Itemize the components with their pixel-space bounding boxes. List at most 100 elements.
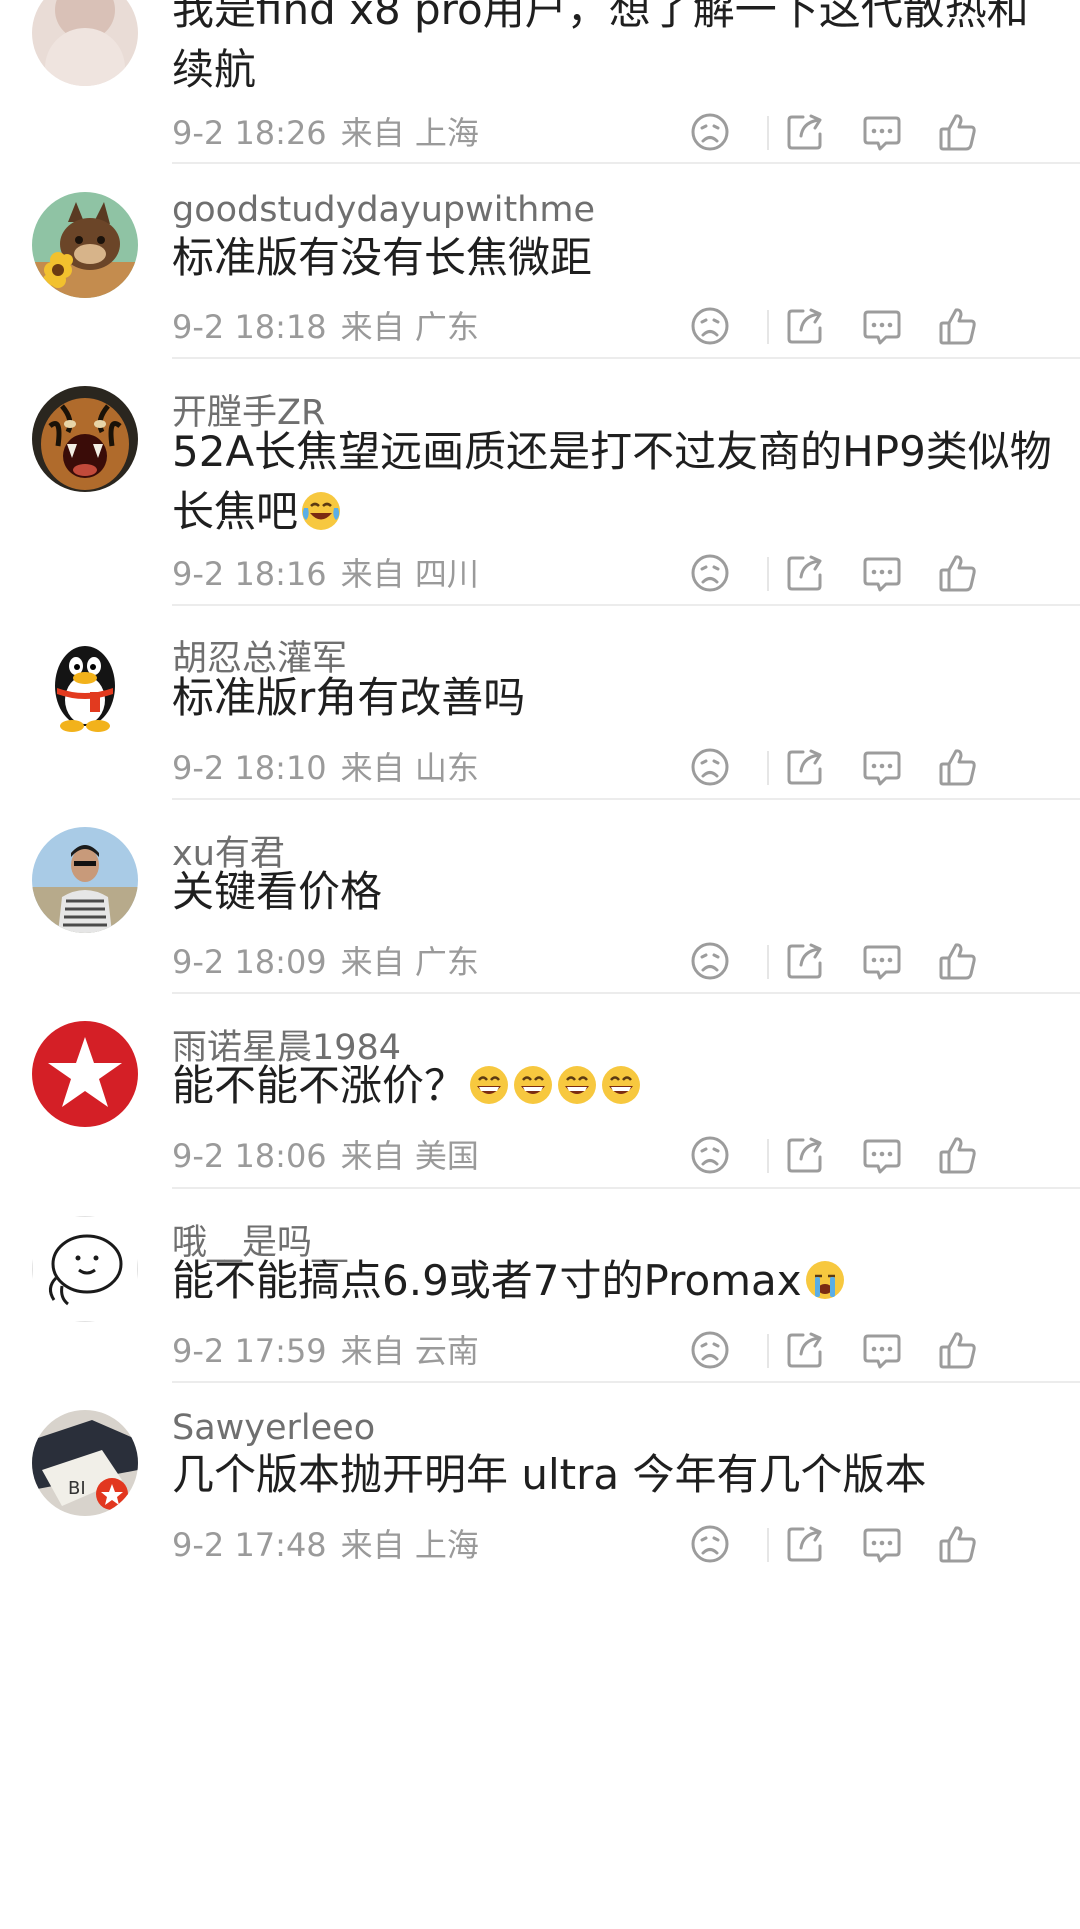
like-thumb-icon[interactable]	[930, 298, 986, 354]
comment-divider	[172, 1381, 1080, 1383]
person-photo-avatar[interactable]	[32, 827, 138, 933]
like-thumb-icon[interactable]	[930, 545, 986, 601]
laughing-tears-emoji	[300, 490, 342, 532]
share-icon[interactable]	[777, 298, 833, 354]
comment-text: 能不能不涨价？	[172, 1056, 1052, 1116]
action-separator	[767, 116, 769, 150]
reply-comment-icon[interactable]	[854, 739, 910, 795]
comment-actions	[682, 739, 1062, 795]
doodle-face-avatar[interactable]	[32, 1216, 138, 1322]
comment-divider	[172, 798, 1080, 800]
dislike-face-icon[interactable]	[682, 933, 738, 989]
comment-time: 9-2 18:26	[172, 114, 327, 152]
comment-divider	[172, 162, 1080, 164]
action-separator	[767, 945, 769, 979]
comment-location: 来自 四川	[340, 555, 479, 593]
grin-emoji	[600, 1064, 642, 1106]
comment-location: 来自 广东	[340, 308, 479, 346]
comment-divider	[172, 357, 1080, 359]
comment-text-content: 能不能搞点6.9或者7寸的Promax	[172, 1256, 802, 1305]
comment-meta: 9-2 18:09 来自 广东	[172, 937, 479, 983]
share-icon[interactable]	[777, 739, 833, 795]
comment-divider	[172, 992, 1080, 994]
dislike-face-icon[interactable]	[682, 545, 738, 601]
reply-comment-icon[interactable]	[854, 1127, 910, 1183]
comment-text-content: 标准版r角有改善吗	[172, 673, 526, 722]
comment-meta: 9-2 18:10 来自 山东	[172, 743, 479, 789]
comment-text-content: 能不能不涨价？	[172, 1061, 467, 1110]
grin-emoji	[468, 1064, 510, 1106]
comment-meta: 9-2 18:18 来自 广东	[172, 302, 479, 348]
comment-actions	[682, 104, 1062, 160]
share-icon[interactable]	[777, 1127, 833, 1183]
comment-text-content: 标准版有没有长焦微距	[172, 233, 593, 282]
comment-time: 9-2 18:16	[172, 555, 327, 593]
svg-text:BI: BI	[68, 1478, 86, 1499]
comment-time: 9-2 18:09	[172, 943, 327, 981]
comment-actions	[682, 545, 1062, 601]
comment-actions	[682, 1322, 1062, 1378]
comment-location: 来自 美国	[340, 1137, 479, 1175]
comment-meta: 9-2 18:26 来自 上海	[172, 108, 479, 154]
share-icon[interactable]	[777, 545, 833, 601]
reply-comment-icon[interactable]	[854, 933, 910, 989]
share-icon[interactable]	[777, 1322, 833, 1378]
comment-username[interactable]: goodstudydayupwithme	[172, 190, 595, 230]
comment-meta: 9-2 18:16 来自 四川	[172, 549, 479, 595]
dislike-face-icon[interactable]	[682, 1516, 738, 1572]
red-star-avatar[interactable]	[32, 1021, 138, 1127]
reply-comment-icon[interactable]	[854, 545, 910, 601]
dislike-face-icon[interactable]	[682, 1127, 738, 1183]
reply-comment-icon[interactable]	[854, 1322, 910, 1378]
comment-text-content: 几个版本抛开明年 ultra 今年有几个版本	[172, 1450, 927, 1499]
tiger-avatar[interactable]	[32, 386, 138, 492]
action-separator	[767, 1139, 769, 1173]
reply-comment-icon[interactable]	[854, 298, 910, 354]
share-icon[interactable]	[777, 104, 833, 160]
grin-emoji	[512, 1064, 554, 1106]
comment-location: 来自 云南	[340, 1332, 479, 1370]
dislike-face-icon[interactable]	[682, 104, 738, 160]
comment-time: 9-2 17:48	[172, 1526, 327, 1564]
cat-sunflower-avatar[interactable]	[32, 192, 138, 298]
comment-meta: 9-2 17:48 来自 上海	[172, 1520, 479, 1566]
comment-divider	[172, 604, 1080, 606]
comment-username[interactable]: Sawyerleeo	[172, 1408, 375, 1448]
like-thumb-icon[interactable]	[930, 1516, 986, 1572]
comment-location: 来自 山东	[340, 749, 479, 787]
share-icon[interactable]	[777, 1516, 833, 1572]
comment-text: 52A长焦望远画质还是打不过友商的HP9类似物长焦吧	[172, 422, 1052, 542]
like-thumb-icon[interactable]	[930, 739, 986, 795]
dislike-face-icon[interactable]	[682, 298, 738, 354]
like-thumb-icon[interactable]	[930, 1127, 986, 1183]
comment-text: 标准版有没有长焦微距	[172, 228, 1052, 288]
penguin-avatar[interactable]	[32, 632, 138, 738]
comment-text: 我是find x8 pro用户，想了解一下这代散热和续航	[172, 0, 1052, 100]
comment-location: 来自 上海	[340, 114, 479, 152]
objects-photo-avatar[interactable]: BI	[32, 1410, 138, 1516]
comment-feed: 我是find x8 pro用户，想了解一下这代散热和续航 9-2 18:26 来自 …	[0, 0, 1080, 1929]
comment-actions	[682, 1127, 1062, 1183]
action-separator	[767, 310, 769, 344]
partial-avatar[interactable]	[32, 0, 138, 86]
comment-location: 来自 上海	[340, 1526, 479, 1564]
reply-comment-icon[interactable]	[854, 1516, 910, 1572]
like-thumb-icon[interactable]	[930, 104, 986, 160]
share-icon[interactable]	[777, 933, 833, 989]
action-separator	[767, 557, 769, 591]
comment-text: 几个版本抛开明年 ultra 今年有几个版本	[172, 1445, 1052, 1505]
comment-location: 来自 广东	[340, 943, 479, 981]
reply-comment-icon[interactable]	[854, 104, 910, 160]
comment-actions	[682, 933, 1062, 989]
like-thumb-icon[interactable]	[930, 1322, 986, 1378]
comment-text: 能不能搞点6.9或者7寸的Promax	[172, 1251, 1052, 1311]
dislike-face-icon[interactable]	[682, 739, 738, 795]
comment-time: 9-2 17:59	[172, 1332, 327, 1370]
like-thumb-icon[interactable]	[930, 933, 986, 989]
action-separator	[767, 1528, 769, 1562]
comment-text-content: 我是find x8 pro用户，想了解一下这代散热和续航	[172, 0, 1029, 94]
comment-time: 9-2 18:18	[172, 308, 327, 346]
comment-text-content: 关键看价格	[172, 867, 383, 916]
grin-emoji	[556, 1064, 598, 1106]
dislike-face-icon[interactable]	[682, 1322, 738, 1378]
